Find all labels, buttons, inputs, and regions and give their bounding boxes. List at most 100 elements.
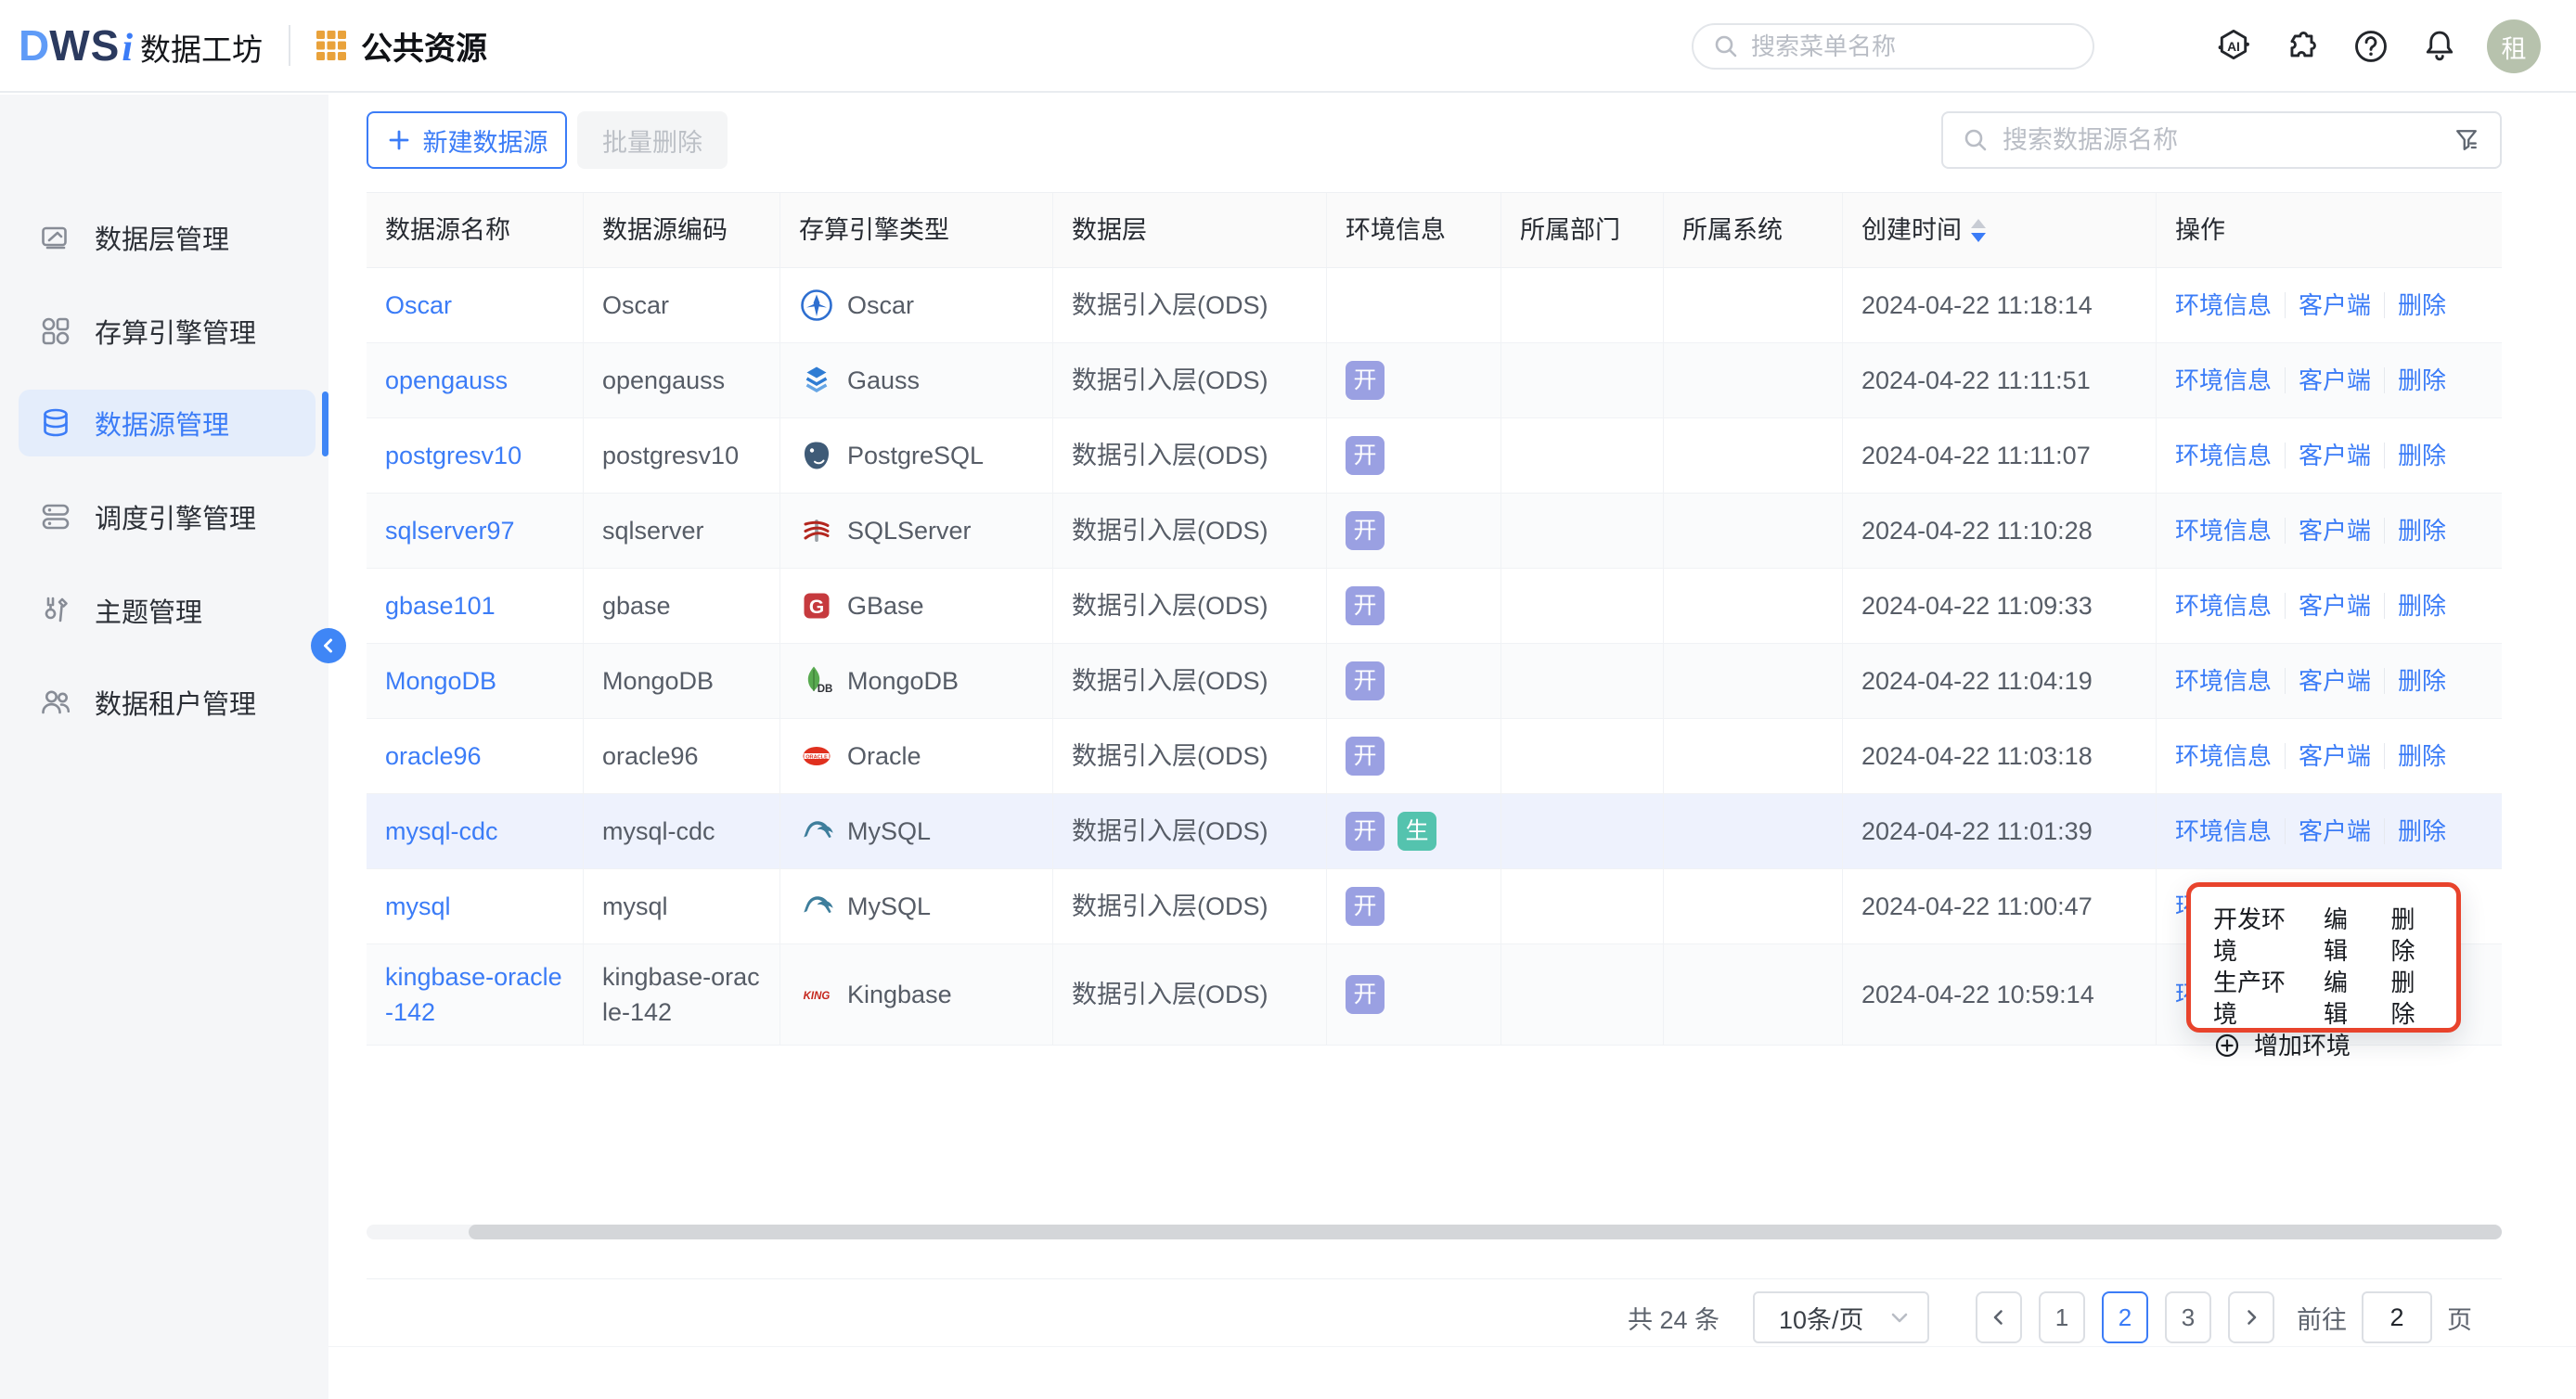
table-row[interactable]: opengaussopengaussGauss数据引入层(ODS)开2024-0… (367, 343, 2502, 418)
action-client-link[interactable]: 客户端 (2299, 513, 2371, 548)
column-header-created-time[interactable]: 创建时间 (1843, 193, 2157, 267)
sort-carets-icon[interactable] (1971, 219, 1986, 242)
table-row[interactable]: mysqlmysqlMySQL数据引入层(ODS)开2024-04-22 11:… (367, 869, 2502, 944)
top-navbar: DWSi 数据工坊 公共资源 AI 租 (0, 0, 2576, 93)
table-row[interactable]: oracle96oracle96ORACLEOracle数据引入层(ODS)开2… (367, 719, 2502, 794)
sidebar-item-tenant[interactable]: 数据租户管理 (19, 669, 316, 736)
action-delete-link[interactable]: 删除 (2398, 814, 2446, 849)
action-client-link[interactable]: 客户端 (2299, 814, 2371, 849)
user-avatar[interactable]: 租 (2487, 19, 2541, 73)
bell-icon[interactable] (2418, 25, 2461, 68)
mysql-logo-icon (799, 889, 834, 924)
action-delete-link[interactable]: 删除 (2398, 363, 2446, 398)
theme-tools-icon (39, 594, 72, 627)
action-env-info-link[interactable]: 环境信息 (2175, 513, 2272, 548)
action-divider (2384, 518, 2385, 544)
app-menu-entry[interactable]: 公共资源 (315, 23, 487, 69)
action-delete-link[interactable]: 删除 (2398, 288, 2446, 323)
sidebar-item-theme[interactable]: 主题管理 (19, 577, 316, 644)
ai-hexagon-icon[interactable]: AI (2212, 25, 2255, 68)
action-client-link[interactable]: 客户端 (2299, 288, 2371, 323)
env-delete-link[interactable]: 删除 (2391, 904, 2435, 967)
help-icon[interactable] (2350, 25, 2392, 68)
datasource-name-link[interactable]: opengauss (367, 343, 584, 417)
action-client-link[interactable]: 客户端 (2299, 738, 2371, 774)
env-info-cell: 开 (1327, 418, 1501, 493)
page-button-3[interactable]: 3 (2165, 1291, 2211, 1343)
sidebar-item-scheduler-engine[interactable]: 调度引擎管理 (19, 483, 316, 550)
sort-desc-icon[interactable] (1971, 233, 1986, 242)
action-env-info-link[interactable]: 环境信息 (2175, 288, 2272, 323)
sidebar-collapse-button[interactable] (311, 628, 346, 663)
puzzle-icon[interactable] (2281, 25, 2324, 68)
new-datasource-button[interactable]: 新建数据源 (367, 111, 567, 169)
sidebar-item-data-layer[interactable]: 数据层管理 (19, 204, 316, 271)
action-delete-link[interactable]: 删除 (2398, 738, 2446, 774)
goto-page-input[interactable] (2362, 1291, 2432, 1343)
datasource-name-link[interactable]: sqlserver97 (367, 494, 584, 568)
datasource-name-link[interactable]: mysql (367, 869, 584, 943)
column-header[interactable]: 存算引擎类型 (780, 193, 1053, 267)
table-row[interactable]: kingbase-oracle-142kingbase-oracle-142KI… (367, 944, 2502, 1046)
datasource-name-link[interactable]: MongoDB (367, 644, 584, 718)
page-button-2-active[interactable]: 2 (2102, 1291, 2148, 1343)
sidebar-item-datasource[interactable]: 数据源管理 (19, 390, 316, 456)
table-row[interactable]: mysql-cdcmysql-cdcMySQL数据引入层(ODS)开生2024-… (367, 794, 2502, 869)
menu-search-box[interactable] (1692, 23, 2094, 70)
datasource-search-input[interactable] (2003, 126, 2442, 155)
horizontal-scrollbar-track[interactable] (367, 1225, 2502, 1239)
action-env-info-link[interactable]: 环境信息 (2175, 363, 2272, 398)
env-edit-link[interactable]: 编辑 (2324, 967, 2367, 1030)
sort-asc-icon[interactable] (1971, 219, 1986, 228)
page-size-select[interactable]: 10条/页 (1753, 1291, 1929, 1343)
table-row[interactable]: postgresv10postgresv10PostgreSQL数据引入层(OD… (367, 418, 2502, 494)
add-environment-button[interactable]: 增加环境 (2213, 1030, 2434, 1061)
page-button-1[interactable]: 1 (2039, 1291, 2085, 1343)
column-header[interactable]: 所属系统 (1664, 193, 1843, 267)
table-row[interactable]: OscarOscarOscar数据引入层(ODS)2024-04-22 11:1… (367, 268, 2502, 343)
action-client-link[interactable]: 客户端 (2299, 438, 2371, 473)
action-delete-link[interactable]: 删除 (2398, 513, 2446, 548)
filter-funnel-icon[interactable] (2452, 125, 2481, 155)
datasource-name-link[interactable]: postgresv10 (367, 418, 584, 493)
datasource-search-box[interactable] (1941, 111, 2502, 169)
batch-delete-button[interactable]: 批量删除 (577, 111, 728, 169)
datasource-name-link[interactable]: oracle96 (367, 719, 584, 793)
menu-search-input[interactable] (1751, 32, 2074, 61)
datasource-name-link[interactable]: mysql-cdc (367, 794, 584, 868)
env-badge-dev: 开 (1346, 586, 1385, 625)
column-header[interactable]: 环境信息 (1327, 193, 1501, 267)
horizontal-scrollbar-thumb[interactable] (469, 1225, 2502, 1239)
action-client-link[interactable]: 客户端 (2299, 363, 2371, 398)
datasource-name-link[interactable]: gbase101 (367, 569, 584, 643)
action-env-info-link[interactable]: 环境信息 (2175, 438, 2272, 473)
table-row[interactable]: sqlserver97sqlserverSQLServer数据引入层(ODS)开… (367, 494, 2502, 569)
table-row[interactable]: MongoDBMongoDBDBMongoDB数据引入层(ODS)开2024-0… (367, 644, 2502, 719)
engine-type-cell: Gauss (780, 343, 1053, 417)
env-delete-link[interactable]: 删除 (2391, 967, 2435, 1030)
engine-type-cell: KINGKingbase (780, 944, 1053, 1045)
dws-logo[interactable]: DWSi 数据工坊 (19, 20, 263, 71)
action-client-link[interactable]: 客户端 (2299, 663, 2371, 699)
column-header[interactable]: 数据源编码 (584, 193, 780, 267)
table-row[interactable]: gbase101gbaseGGBase数据引入层(ODS)开2024-04-22… (367, 569, 2502, 644)
mysql-logo-icon (799, 814, 834, 849)
action-env-info-link[interactable]: 环境信息 (2175, 814, 2272, 849)
action-env-info-link[interactable]: 环境信息 (2175, 738, 2272, 774)
prev-page-button[interactable] (1976, 1291, 2022, 1343)
action-delete-link[interactable]: 删除 (2398, 438, 2446, 473)
env-edit-link[interactable]: 编辑 (2324, 904, 2367, 967)
next-page-button[interactable] (2228, 1291, 2274, 1343)
action-delete-link[interactable]: 删除 (2398, 588, 2446, 623)
column-header[interactable]: 数据层 (1053, 193, 1327, 267)
action-env-info-link[interactable]: 环境信息 (2175, 588, 2272, 623)
svg-text:ORACLE: ORACLE (805, 754, 828, 760)
action-client-link[interactable]: 客户端 (2299, 588, 2371, 623)
column-header[interactable]: 数据源名称 (367, 193, 584, 267)
datasource-name-link[interactable]: kingbase-oracle-142 (367, 944, 584, 1045)
action-env-info-link[interactable]: 环境信息 (2175, 663, 2272, 699)
sidebar-item-storage-engine[interactable]: 存算引擎管理 (19, 298, 316, 365)
action-delete-link[interactable]: 删除 (2398, 663, 2446, 699)
column-header[interactable]: 所属部门 (1501, 193, 1664, 267)
datasource-name-link[interactable]: Oscar (367, 268, 584, 342)
